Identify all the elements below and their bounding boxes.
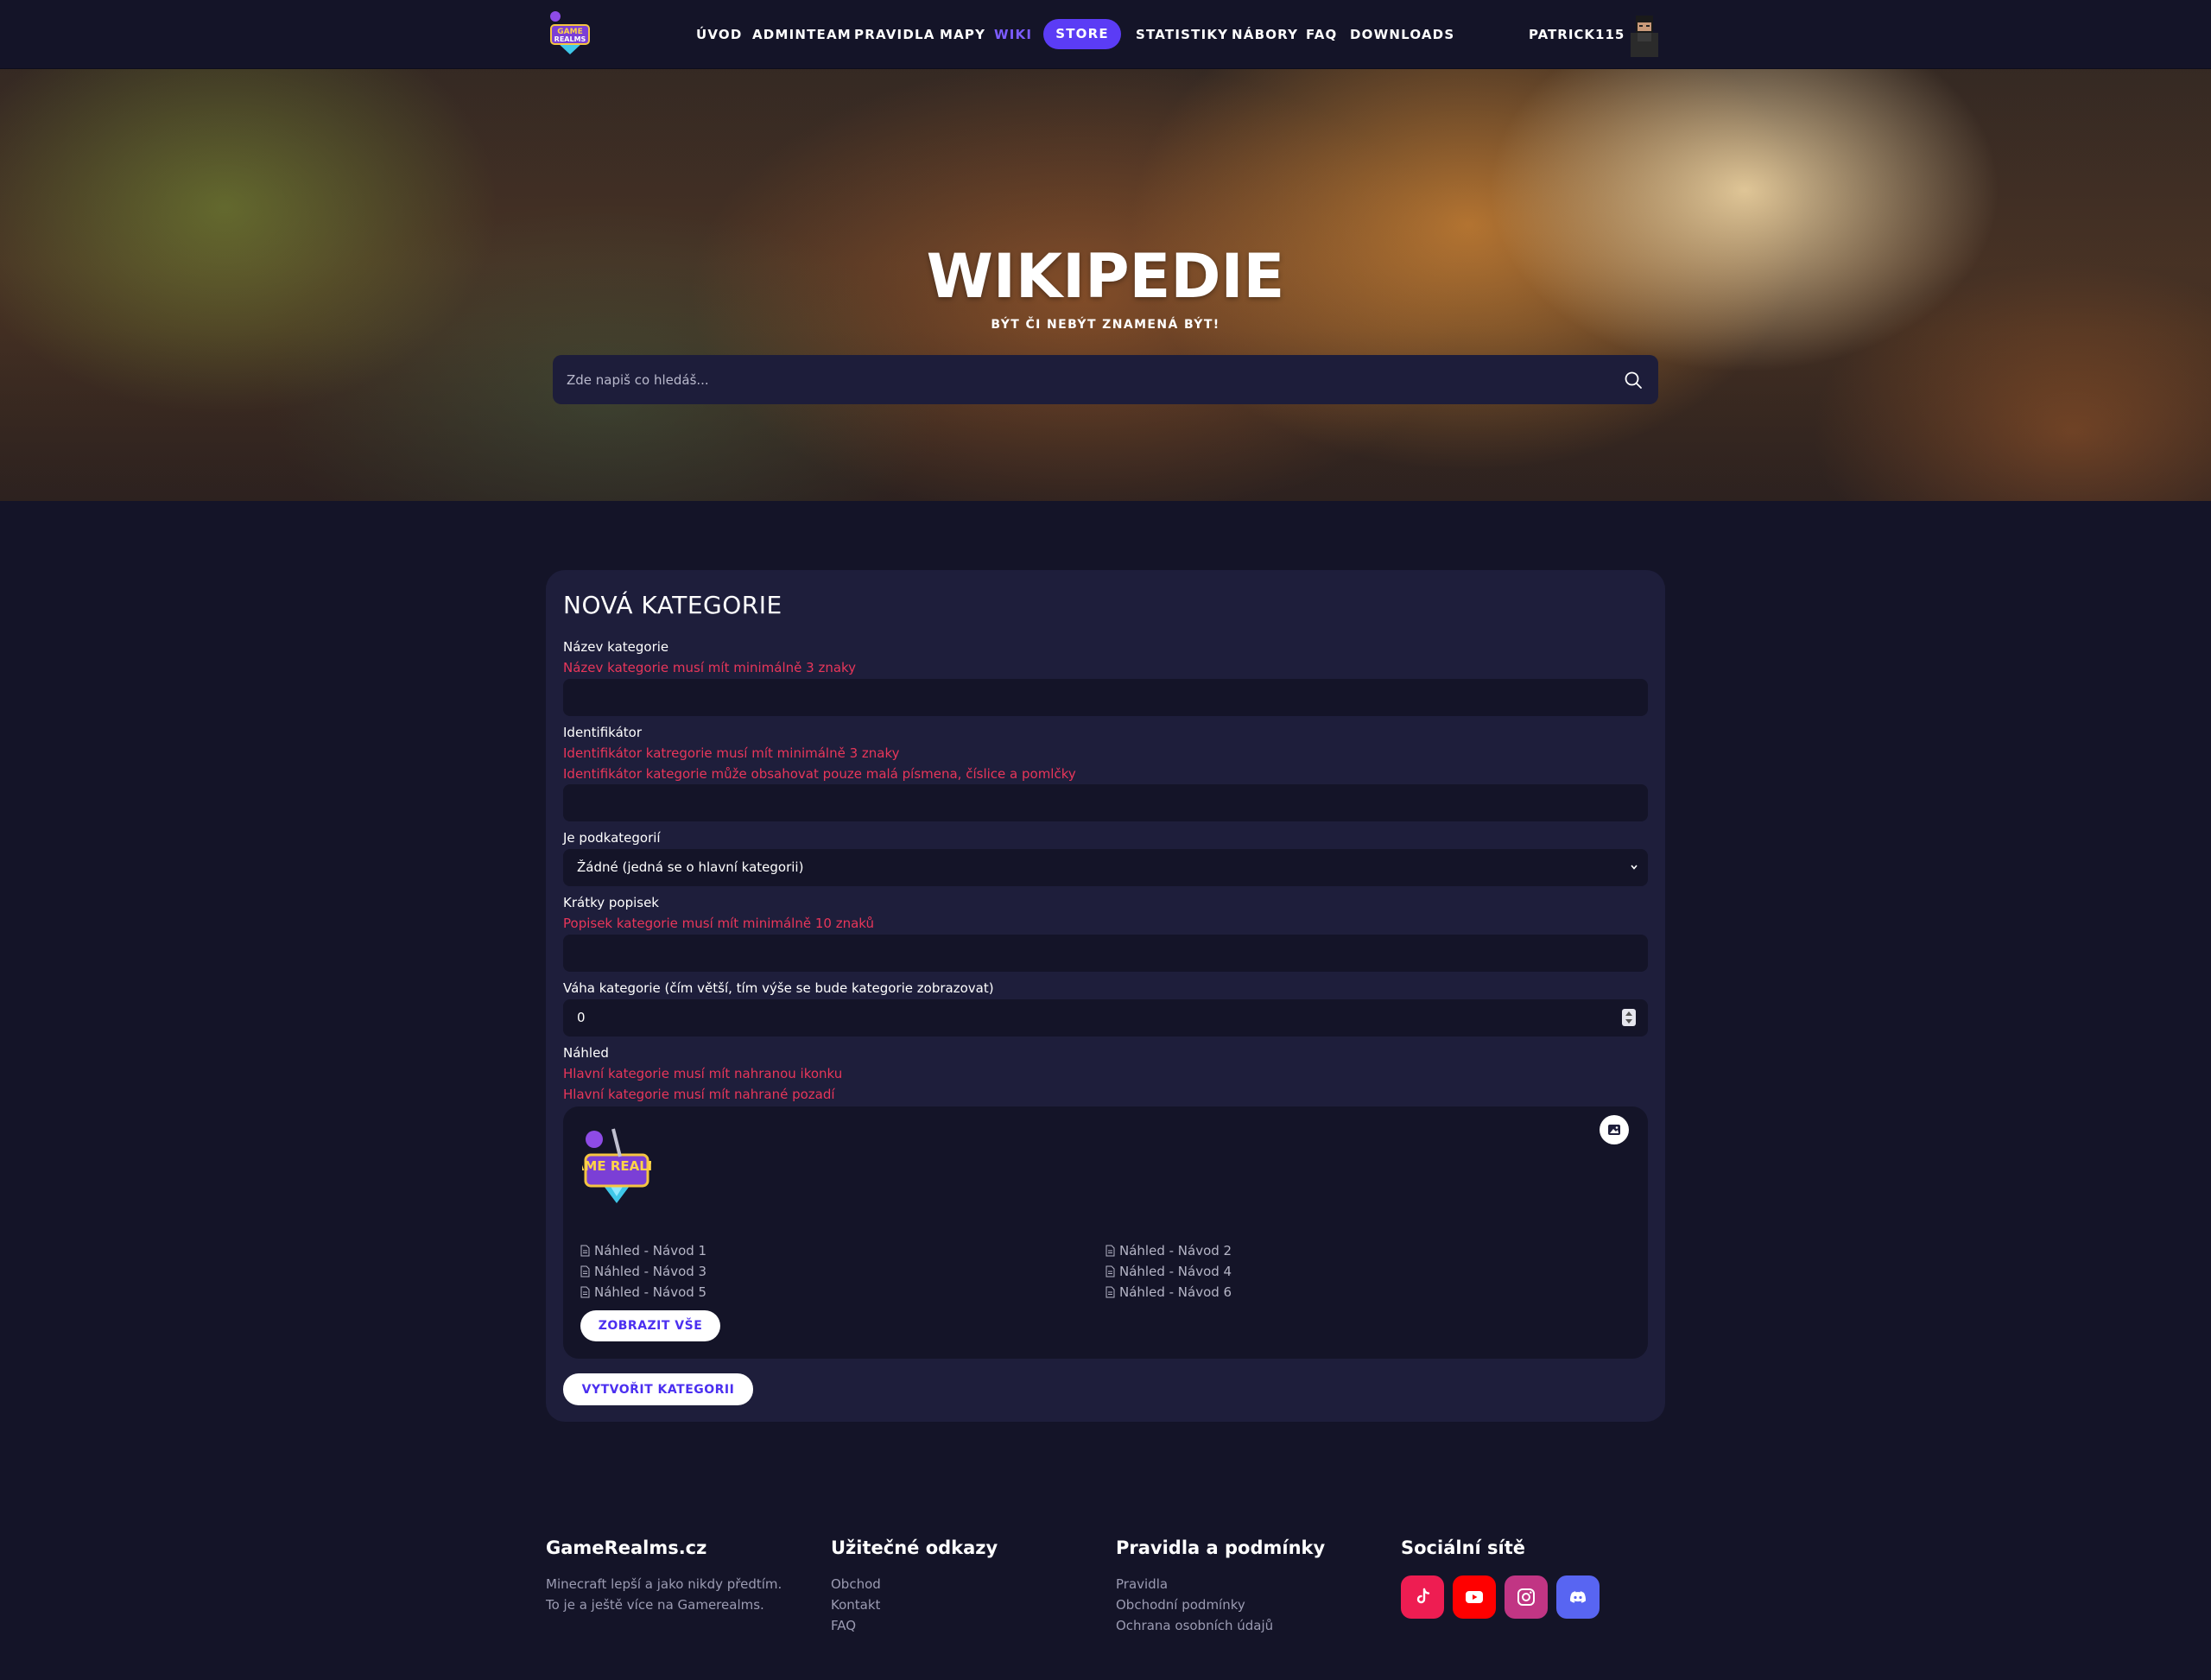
create-category-button[interactable]: VYTVOŘIT KATEGORII [563,1373,753,1405]
identifier-error-length: Identifikátor katregorie musí mít minimá… [563,745,900,761]
nav-link-wiki[interactable]: WIKI [994,26,1032,43]
parent-category-label: Je podkategorií [563,830,661,846]
footer-brand-text: Minecraft lepší a jako nikdy předtím. [546,1576,782,1592]
category-icon-preview: GAME REALMS [582,1128,651,1203]
document-icon [1106,1286,1115,1298]
footer-link-faq[interactable]: FAQ [831,1615,998,1636]
preview-article-label: Náhled - Návod 1 [594,1243,707,1258]
nav-link-mapy[interactable]: MAPY [940,26,985,43]
show-all-button[interactable]: ZOBRAZIT VŠE [580,1310,720,1341]
category-preview: GAME REALMS Náhled - Návod 1 Náhled - Ná… [563,1106,1648,1359]
page-subtitle: BÝT ČI NEBÝT ZNAMENÁ BÝT! [991,318,1220,332]
preview-article-item[interactable]: Náhled - Návod 2 [1106,1242,1232,1259]
preview-error-background: Hlavní kategorie musí mít nahrané pozadí [563,1087,835,1102]
number-spinner[interactable] [1622,1009,1636,1026]
preview-article-label: Náhled - Návod 5 [594,1284,707,1300]
preview-article-label: Náhled - Návod 6 [1119,1284,1232,1300]
top-navbar: GAME REALMS ÚVOD ADMINTEAM PRAVIDLA MAPY… [0,0,2211,69]
new-category-form: NOVÁ KATEGORIE Název kategorie Název kat… [546,570,1665,1422]
nav-link-downloads[interactable]: DOWNLOADS [1350,26,1454,43]
document-icon [1106,1245,1115,1257]
logo-text: GAME REALMS [582,1158,651,1174]
chevron-down-icon [1631,865,1638,870]
weight-value: 0 [577,1010,586,1025]
wiki-search-input[interactable] [567,355,1603,404]
weight-input[interactable]: 0 [563,999,1648,1037]
nav-link-nabory[interactable]: NÁBORY [1232,26,1298,43]
footer-link-ochrana-udaju[interactable]: Ochrana osobních údajů [1116,1615,1325,1636]
category-name-label: Název kategorie [563,639,669,655]
hero-banner: WIKIPEDIE BÝT ČI NEBÝT ZNAMENÁ BÝT! [0,69,2211,501]
footer-link-obchodni-podminky[interactable]: Obchodní podmínky [1116,1594,1325,1615]
identifier-label: Identifikátor [563,725,643,740]
nav-link-uvod[interactable]: ÚVOD [696,26,743,43]
footer-brand-text: To je a ještě více na Gamerealms. [546,1597,764,1613]
tiktok-icon[interactable] [1401,1575,1444,1619]
footer-useful-links: Užitečné odkazy Obchod Kontakt FAQ [831,1537,998,1636]
footer-link-obchod[interactable]: Obchod [831,1574,998,1594]
footer-brand-title: GameRealms.cz [546,1537,707,1558]
footer-social-title: Sociální sítě [1401,1537,1526,1558]
image-icon [1608,1125,1620,1135]
preview-article-item[interactable]: Náhled - Návod 1 [580,1242,706,1259]
parent-category-selected: Žádné (jedná se o hlavní kategorii) [577,859,804,875]
footer-link-kontakt[interactable]: Kontakt [831,1594,998,1615]
nav-username[interactable]: PATRICK115 [1529,26,1625,43]
youtube-icon[interactable] [1453,1575,1496,1619]
wiki-search-bar [553,355,1658,404]
parent-category-select[interactable]: Žádné (jedná se o hlavní kategorii) [563,849,1648,886]
preview-article-item[interactable]: Náhled - Návod 4 [1106,1263,1232,1280]
weight-label: Váha kategorie (čím větší, tím výše se b… [563,980,994,996]
footer-rules-title: Pravidla a podmínky [1116,1537,1326,1558]
preview-label: Náhled [563,1045,609,1061]
preview-error-icon: Hlavní kategorie musí mít nahranou ikonk… [563,1066,843,1081]
search-icon[interactable] [1624,371,1643,390]
user-avatar[interactable] [1625,12,1662,57]
nav-link-statistiky[interactable]: STATISTIKY [1136,26,1228,43]
footer-useful-title: Užitečné odkazy [831,1537,998,1558]
footer-link-pravidla[interactable]: Pravidla [1116,1574,1325,1594]
identifier-input[interactable] [563,784,1648,821]
preview-article-label: Náhled - Návod 2 [1119,1243,1232,1258]
identifier-error-format: Identifikátor kategorie může obsahovat p… [563,766,1076,782]
document-icon [580,1245,590,1257]
upload-image-button[interactable] [1600,1115,1629,1144]
preview-article-label: Náhled - Návod 4 [1119,1264,1232,1279]
category-name-input[interactable] [563,679,1648,716]
preview-article-item[interactable]: Náhled - Návod 3 [580,1263,706,1280]
document-icon [580,1286,590,1298]
category-name-error: Název kategorie musí mít minimálně 3 zna… [563,660,857,675]
form-title: NOVÁ KATEGORIE [563,591,782,619]
nav-store-button[interactable]: STORE [1043,19,1121,49]
document-icon [580,1265,590,1277]
instagram-icon[interactable] [1505,1575,1548,1619]
footer-brand: GameRealms.cz Minecraft lepší a jako nik… [546,1537,782,1615]
nav-links: ÚVOD ADMINTEAM PRAVIDLA MAPY WIKI STORE … [0,0,2211,69]
footer-rules: Pravidla a podmínky Pravidla Obchodní po… [1116,1537,1325,1636]
description-input[interactable] [563,935,1648,972]
nav-link-faq[interactable]: FAQ [1306,26,1338,43]
nav-link-adminteam[interactable]: ADMINTEAM [752,26,852,43]
discord-icon[interactable] [1556,1575,1600,1619]
description-error: Popisek kategorie musí mít minimálně 10 … [563,916,875,931]
preview-article-item[interactable]: Náhled - Návod 5 [580,1284,706,1301]
footer-social: Sociální sítě [1401,1537,1525,1574]
preview-article-item[interactable]: Náhled - Návod 6 [1106,1284,1232,1301]
document-icon [1106,1265,1115,1277]
page-title: WIKIPEDIE [926,241,1285,312]
preview-article-label: Náhled - Návod 3 [594,1264,707,1279]
description-label: Krátky popisek [563,895,659,910]
nav-link-pravidla[interactable]: PRAVIDLA [854,26,935,43]
